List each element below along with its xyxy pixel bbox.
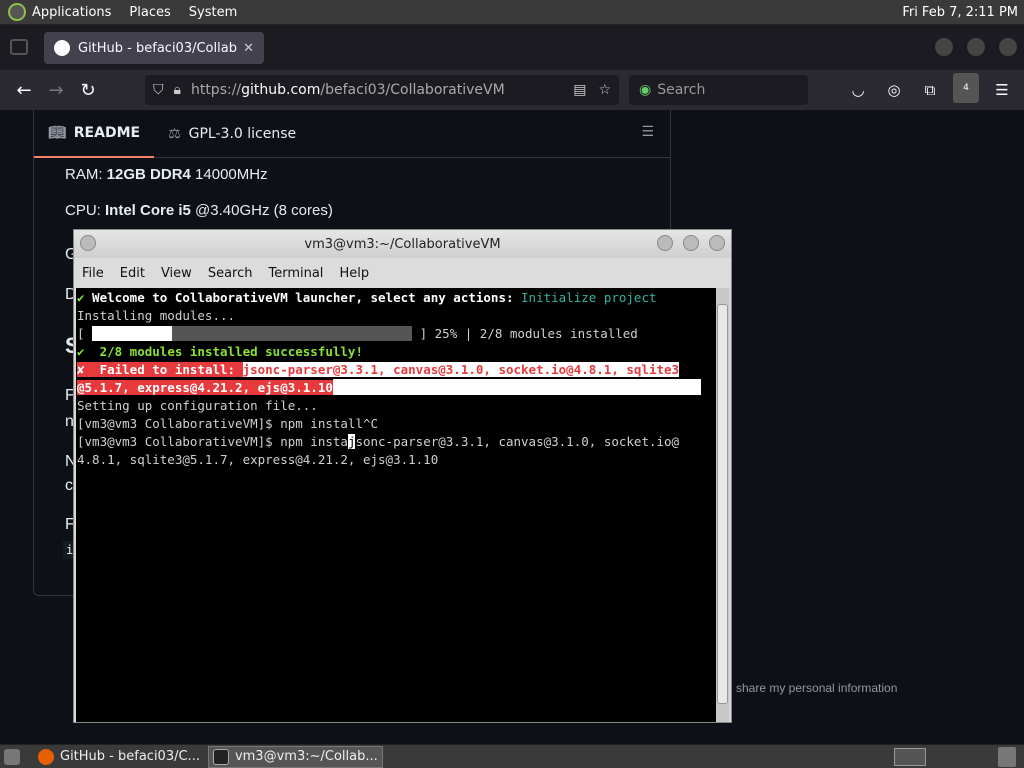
terminal-line: @5.1.7, express@4.21.2, ejs@3.1.10 <box>76 379 716 397</box>
outline-list-icon[interactable]: ☰ <box>641 124 654 140</box>
readme-tabs: 📖︎ README ⚖ GPL-3.0 license ☰ <box>34 110 670 158</box>
tab-license[interactable]: ⚖ GPL-3.0 license <box>154 110 310 158</box>
terminal-line: Installing modules... <box>77 308 236 323</box>
lock-icon[interactable]: 🔒︎ <box>174 82 181 98</box>
terminal-maximize-button[interactable] <box>683 235 699 251</box>
window-menu-button[interactable] <box>80 235 96 251</box>
tab-close-icon[interactable]: ✕ <box>243 41 254 56</box>
workspace-switcher[interactable] <box>894 748 926 766</box>
github-icon <box>54 40 70 56</box>
trash-icon[interactable] <box>998 747 1016 767</box>
shield-icon[interactable]: ⛉ <box>153 82 164 98</box>
url-bar[interactable]: ⛉ 🔒︎ https:// github.com /befaci03/Colla… <box>145 75 619 105</box>
terminal-line: 4.8.1, sqlite3@5.1.7, express@4.21.2, ej… <box>77 452 439 467</box>
top-panel: Applications Places System Fri Feb 7, 2:… <box>0 0 1024 25</box>
terminal-line: ✔ 2/8 modules installed successfully! <box>77 344 363 359</box>
terminal-minimize-button[interactable] <box>657 235 673 251</box>
account-icon[interactable]: ◎ <box>881 75 907 105</box>
terminal-menubar: File Edit View Search Terminal Help <box>74 258 731 288</box>
tab-license-label: GPL-3.0 license <box>188 125 297 142</box>
reload-icon[interactable]: ↻ <box>72 74 104 106</box>
terminal-line: [vm3@vm3 CollaborativeVM]$ npm instajson… <box>77 434 680 449</box>
extension-badge: 4 <box>953 73 979 103</box>
terminal-line: Setting up configuration file... <box>77 398 318 413</box>
menu-help[interactable]: Help <box>339 266 369 281</box>
maximize-button[interactable] <box>967 38 985 56</box>
menu-file[interactable]: File <box>82 266 104 281</box>
extensions-icon[interactable]: ⧉ <box>917 75 943 105</box>
scale-icon: ⚖ <box>168 125 181 142</box>
back-arrow-icon[interactable]: ← <box>8 74 40 106</box>
progress-bar-fill <box>92 326 173 341</box>
hamburger-menu-icon[interactable]: ☰ <box>989 75 1015 105</box>
taskbar-item-label: vm3@vm3:~/Collab... <box>234 749 378 764</box>
search-input[interactable]: ◉ Search <box>629 75 808 105</box>
taskbar-item-terminal[interactable]: vm3@vm3:~/Collab... <box>207 745 383 768</box>
terminal-window[interactable]: vm3@vm3:~/CollaborativeVM File Edit View… <box>73 229 732 723</box>
terminal-output[interactable]: ✔ Welcome to CollaborativeVM launcher, s… <box>76 288 716 722</box>
side-text[interactable]: share my personal information <box>736 681 897 695</box>
terminal-line: ✔ Welcome to CollaborativeVM launcher, s… <box>77 290 657 305</box>
book-icon: 📖︎ <box>48 124 66 141</box>
tab-readme-label: README <box>73 124 141 141</box>
progress-bar <box>92 326 413 341</box>
tab-readme[interactable]: 📖︎ README <box>34 110 155 158</box>
readme-fragment: c <box>65 477 73 494</box>
url-path: /befaci03/CollaborativeVM <box>320 82 505 98</box>
bookmark-star-icon[interactable]: ☆ <box>598 82 611 98</box>
applications-menu[interactable]: Applications <box>32 5 111 20</box>
tab-title: GitHub - befaci03/Collabor <box>78 40 238 56</box>
browser-navbar: ← → ↻ ⛉ 🔒︎ https:// github.com /befaci03… <box>0 70 1024 110</box>
distro-logo-icon[interactable] <box>8 3 26 21</box>
system-menu[interactable]: System <box>189 5 237 20</box>
places-menu[interactable]: Places <box>129 5 170 20</box>
terminal-line: [ ] 25% | 2/8 modules installed <box>77 326 638 341</box>
scrollbar-thumb[interactable] <box>717 304 728 704</box>
pocket-icon[interactable]: ◡ <box>845 75 871 105</box>
forward-arrow-icon[interactable]: → <box>40 74 72 106</box>
ram-line: RAM: 12GB DDR4 14000MHz <box>65 166 268 183</box>
terminal-title: vm3@vm3:~/CollaborativeVM <box>304 236 501 252</box>
cpu-line: CPU: Intel Core i5 @3.40GHz (8 cores) <box>65 202 333 219</box>
url-scheme: https:// <box>190 82 242 98</box>
bottom-taskbar: GitHub - befaci03/C... vm3@vm3:~/Collab.… <box>0 744 1024 768</box>
menu-edit[interactable]: Edit <box>120 266 145 281</box>
reader-view-icon[interactable]: ▤ <box>573 82 586 98</box>
close-window-button[interactable] <box>999 38 1017 56</box>
search-engine-icon[interactable]: ◉ <box>639 82 651 98</box>
terminal-icon <box>212 748 229 765</box>
clock[interactable]: Fri Feb 7, 2:11 PM <box>902 5 1018 20</box>
menu-search[interactable]: Search <box>208 266 253 281</box>
tab-github[interactable]: GitHub - befaci03/Collabor ✕ <box>44 32 264 64</box>
menu-view[interactable]: View <box>161 266 192 281</box>
ublock-icon[interactable]: ⬢4 <box>953 73 979 105</box>
terminal-line: [vm3@vm3 CollaborativeVM]$ npm install^C <box>77 416 379 431</box>
terminal-line: ✘ Failed to install: jsonc-parser@3.3.1,… <box>77 362 680 377</box>
url-domain: github.com <box>241 82 321 98</box>
taskbar-item-label: GitHub - befaci03/C... <box>60 749 200 764</box>
show-desktop-icon[interactable] <box>4 748 20 765</box>
tab-list-icon[interactable] <box>10 39 28 55</box>
taskbar-item-firefox[interactable]: GitHub - befaci03/C... <box>34 746 204 768</box>
terminal-close-button[interactable] <box>709 235 725 251</box>
menu-terminal[interactable]: Terminal <box>268 266 323 281</box>
browser-tabbar: GitHub - befaci03/Collabor ✕ <box>0 25 1024 70</box>
terminal-scrollbar[interactable] <box>716 288 729 722</box>
minimize-button[interactable] <box>935 38 953 56</box>
search-placeholder: Search <box>657 82 706 98</box>
terminal-titlebar[interactable]: vm3@vm3:~/CollaborativeVM <box>74 230 731 258</box>
firefox-icon <box>38 748 54 765</box>
